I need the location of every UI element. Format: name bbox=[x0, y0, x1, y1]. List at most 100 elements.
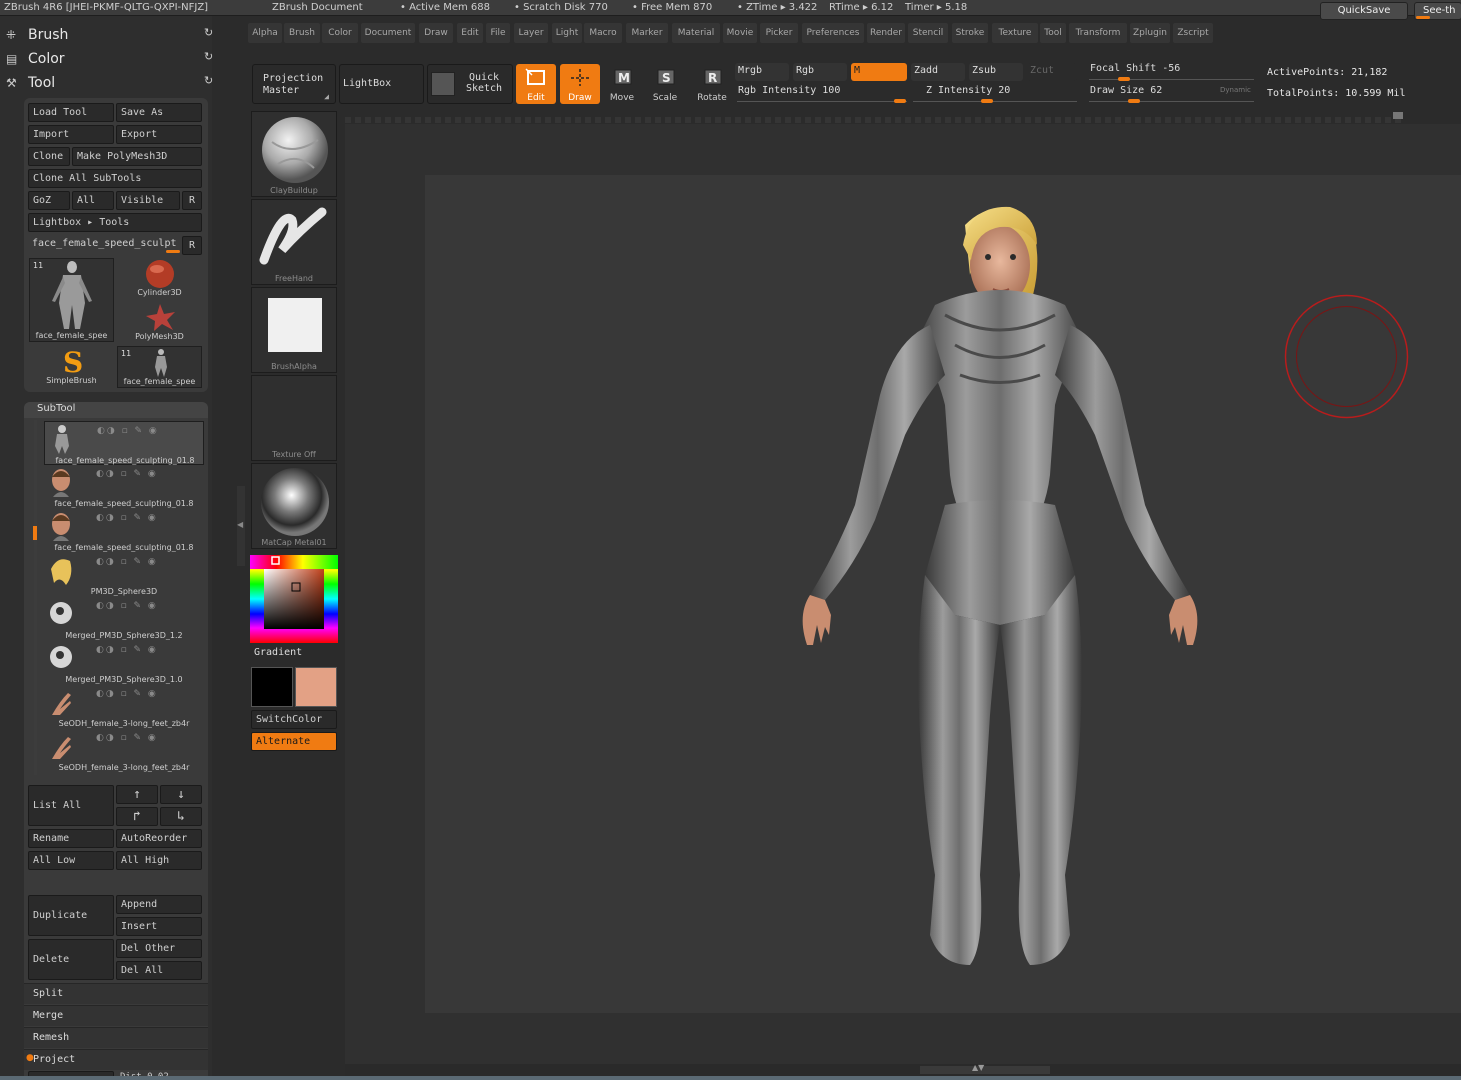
secondary-color-swatch[interactable] bbox=[295, 667, 337, 707]
lightbox-tools-button[interactable]: Lightbox ▸ Tools bbox=[28, 213, 202, 232]
tool-thumb-simplebrush[interactable]: S SimpleBrush bbox=[29, 346, 114, 388]
z-intensity-slider[interactable]: Z Intensity 20 bbox=[926, 85, 1010, 96]
menu-alpha[interactable]: Alpha bbox=[248, 23, 282, 43]
current-tool-slider-knob[interactable] bbox=[166, 250, 180, 253]
brush-selector[interactable]: ClayBuildup bbox=[251, 111, 337, 197]
load-tool-button[interactable]: Load Tool bbox=[28, 103, 114, 122]
menu-zplugin[interactable]: Zplugin bbox=[1130, 23, 1170, 43]
menu-material[interactable]: Material bbox=[672, 23, 720, 43]
gradient-toggle[interactable]: Gradient bbox=[254, 647, 302, 658]
goz-button[interactable]: GoZ bbox=[28, 191, 70, 210]
subtool-item[interactable]: ◐◑ ▫ ✎ ◉ face_female_speed_sculpting_01.8 bbox=[44, 509, 204, 553]
subtool-visibility-icons[interactable]: ◐◑ ▫ ✎ ◉ bbox=[96, 689, 158, 699]
menu-draw[interactable]: Draw bbox=[419, 23, 453, 43]
menu-marker[interactable]: Marker bbox=[626, 23, 668, 43]
clone-button[interactable]: Clone bbox=[28, 147, 70, 166]
menu-document[interactable]: Document bbox=[361, 23, 415, 43]
rgb-button[interactable]: Rgb bbox=[793, 63, 847, 81]
subtool-item[interactable]: ◐◑ ▫ ✎ ◉ face_female_speed_sculpting_01.8 bbox=[44, 465, 204, 509]
refresh-icon[interactable]: ↻ bbox=[204, 75, 216, 87]
autoreorder-button[interactable]: AutoReorder bbox=[116, 829, 202, 848]
delete-button[interactable]: Delete bbox=[28, 939, 114, 980]
menu-zscript[interactable]: Zscript bbox=[1173, 23, 1213, 43]
m-button[interactable]: M bbox=[851, 63, 907, 81]
goz-r-button[interactable]: R bbox=[182, 191, 202, 210]
menu-light[interactable]: Light bbox=[552, 23, 582, 43]
menu-texture[interactable]: Texture bbox=[992, 23, 1038, 43]
lightbox-button[interactable]: LightBox bbox=[339, 64, 424, 104]
list-all-button[interactable]: List All bbox=[28, 785, 114, 826]
subtool-visibility-icons[interactable]: ◐◑ ▫ ✎ ◉ bbox=[96, 513, 158, 523]
move-button[interactable]: M Move bbox=[602, 64, 642, 104]
menu-tool[interactable]: Tool bbox=[1040, 23, 1066, 43]
menu-stroke[interactable]: Stroke bbox=[952, 23, 988, 43]
subtool-header[interactable]: SubTool bbox=[24, 402, 208, 418]
draw-size-track[interactable] bbox=[1089, 101, 1254, 102]
menu-file[interactable]: File bbox=[486, 23, 510, 43]
duplicate-button[interactable]: Duplicate bbox=[28, 895, 114, 936]
zadd-button[interactable]: Zadd bbox=[911, 63, 965, 81]
insert-button[interactable]: Insert bbox=[116, 917, 202, 936]
subtool-scroll-thumb[interactable] bbox=[33, 526, 37, 540]
menu-movie[interactable]: Movie bbox=[723, 23, 757, 43]
move-down-button[interactable]: ↓ bbox=[160, 785, 202, 804]
subtool-item[interactable]: ◐◑ ▫ ✎ ◉ SeODH_female_3-long_feet_zb4r bbox=[44, 729, 204, 773]
all-low-button[interactable]: All Low bbox=[28, 851, 114, 870]
see-through-slider-knob[interactable] bbox=[1416, 16, 1430, 19]
alternate-button[interactable]: Alternate bbox=[251, 732, 337, 751]
menu-color[interactable]: Color bbox=[322, 23, 358, 43]
split-subpalette[interactable]: Split bbox=[24, 983, 208, 1004]
clone-all-subtools-button[interactable]: Clone All SubTools bbox=[28, 169, 202, 188]
tool-thumb-polymesh3d[interactable]: PolyMesh3D bbox=[117, 302, 202, 344]
make-polymesh-button[interactable]: Make PolyMesh3D bbox=[72, 147, 202, 166]
subtool-visibility-icons[interactable]: ◐◑ ▫ ✎ ◉ bbox=[96, 601, 158, 611]
menu-render[interactable]: Render bbox=[867, 23, 905, 43]
subtool-item[interactable]: ◐◑ ▫ ✎ ◉ Merged_PM3D_Sphere3D_1.2 bbox=[44, 597, 204, 641]
refresh-icon[interactable]: ↻ bbox=[204, 51, 216, 63]
subtool-visibility-icons[interactable]: ◐◑ ▫ ✎ ◉ bbox=[96, 733, 158, 743]
projection-master-button[interactable]: Projection Master ◢ bbox=[252, 64, 336, 104]
subtool-item[interactable]: ◐◑ ▫ ✎ ◉ Merged_PM3D_Sphere3D_1.0 bbox=[44, 641, 204, 685]
refresh-icon[interactable]: ↻ bbox=[204, 27, 216, 39]
color-picker[interactable] bbox=[250, 555, 338, 643]
menu-brush[interactable]: Brush bbox=[284, 23, 320, 43]
ruler-handle[interactable] bbox=[1393, 112, 1403, 119]
menu-stencil[interactable]: Stencil bbox=[908, 23, 948, 43]
goz-visible-button[interactable]: Visible bbox=[116, 191, 180, 210]
subtool-item[interactable]: ◐◑ ▫ ✎ ◉ PM3D_Sphere3D bbox=[44, 553, 204, 597]
material-selector[interactable]: MatCap Metal01 bbox=[251, 463, 337, 549]
merge-subpalette[interactable]: Merge bbox=[24, 1005, 208, 1026]
alpha-selector[interactable]: BrushAlpha bbox=[251, 287, 337, 373]
rotate-button[interactable]: R Rotate bbox=[692, 64, 732, 104]
stroke-selector[interactable]: FreeHand bbox=[251, 199, 337, 285]
draw-size-slider[interactable]: Draw Size 62 bbox=[1090, 85, 1162, 96]
quick-sketch-button[interactable]: Quick Sketch bbox=[427, 64, 513, 104]
export-button[interactable]: Export bbox=[116, 125, 202, 144]
save-as-button[interactable]: Save As bbox=[116, 103, 202, 122]
zcut-button[interactable]: Zcut bbox=[1027, 63, 1077, 81]
color-palette-header[interactable]: ▤ Color ↻ bbox=[6, 48, 216, 70]
subtool-item[interactable]: ◐◑ ▫ ✎ ◉ face_female_speed_sculpting_01.8 bbox=[44, 421, 204, 465]
rgb-intensity-track[interactable] bbox=[737, 101, 907, 102]
current-tool-r-button[interactable]: R bbox=[182, 236, 202, 255]
edit-button[interactable]: Edit bbox=[516, 64, 556, 104]
dynamic-toggle[interactable]: Dynamic bbox=[1220, 86, 1251, 94]
del-all-button[interactable]: Del All bbox=[116, 961, 202, 980]
draw-button[interactable]: Draw bbox=[560, 64, 600, 104]
tool-thumb-face-female-2[interactable]: 11 face_female_spee bbox=[117, 346, 202, 388]
switch-color-button[interactable]: SwitchColor bbox=[251, 710, 337, 729]
subtool-scrollbar[interactable] bbox=[34, 420, 37, 775]
draw-size-knob[interactable] bbox=[1128, 99, 1140, 103]
zsub-button[interactable]: Zsub bbox=[969, 63, 1023, 81]
brush-palette-header[interactable]: ⁜ Brush ↻ bbox=[6, 24, 216, 46]
move-up-button[interactable]: ↑ bbox=[116, 785, 158, 804]
rename-button[interactable]: Rename bbox=[28, 829, 114, 848]
main-color-swatch[interactable] bbox=[251, 667, 293, 707]
current-tool-slider[interactable]: face_female_speed_sculpt bbox=[28, 235, 180, 254]
del-other-button[interactable]: Del Other bbox=[116, 939, 202, 958]
texture-selector[interactable]: Texture Off bbox=[251, 375, 337, 461]
project-subpalette[interactable]: ● Project bbox=[24, 1049, 208, 1070]
focal-shift-knob[interactable] bbox=[1118, 77, 1130, 81]
focal-shift-track[interactable] bbox=[1089, 79, 1254, 80]
tray-splitter[interactable]: ◀ bbox=[237, 486, 245, 566]
